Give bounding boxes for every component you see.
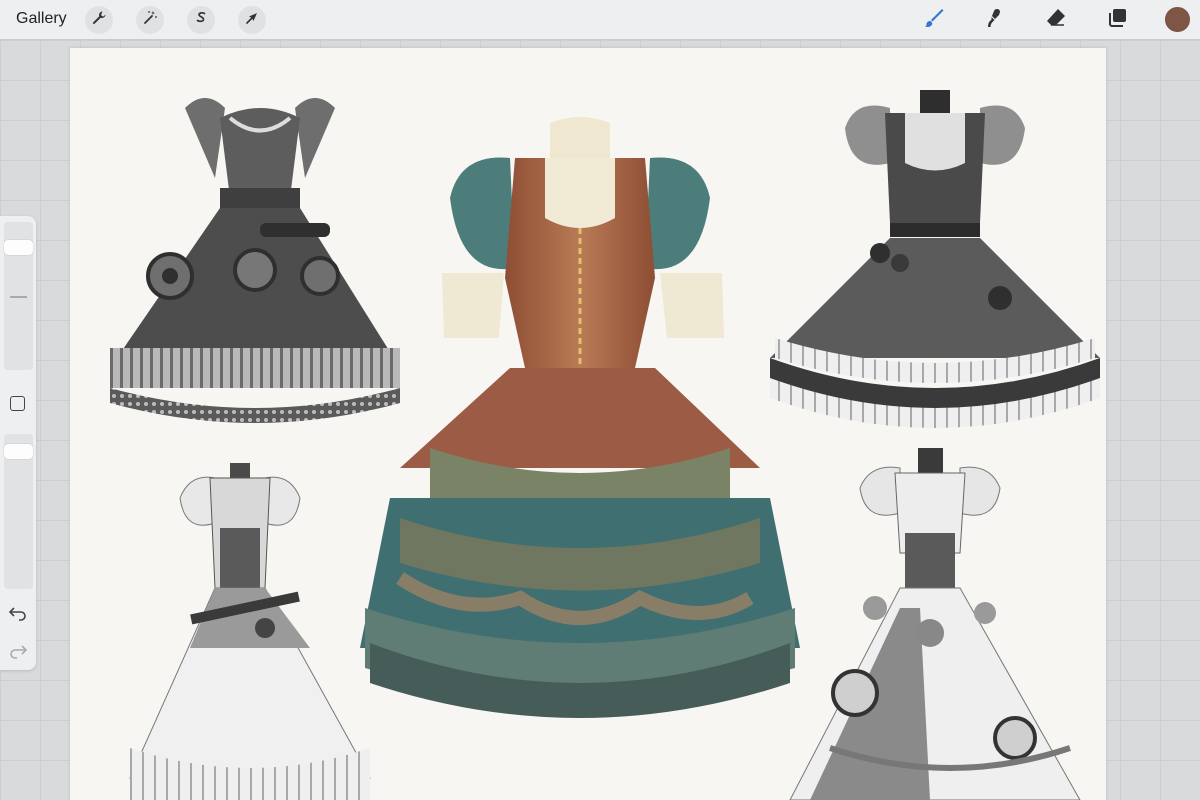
slider-divider: [10, 296, 27, 298]
adjustments-button[interactable]: [136, 6, 164, 34]
brush-size-thumb[interactable]: [4, 240, 33, 255]
modify-button[interactable]: [10, 396, 25, 411]
smudge-tool-button[interactable]: [980, 6, 1008, 34]
layers-icon: [1105, 6, 1129, 35]
undo-button[interactable]: [8, 602, 28, 622]
magic-wand-icon: [142, 10, 158, 31]
color-swatch-button[interactable]: [1165, 7, 1190, 32]
grey-ruffled-dress-roses: [770, 90, 1100, 428]
eraser-icon: [1044, 6, 1068, 35]
transform-button[interactable]: [238, 6, 266, 34]
grey-white-gown-belts: [129, 463, 371, 800]
opacity-thumb[interactable]: [4, 444, 33, 459]
drawing-canvas[interactable]: [70, 48, 1106, 800]
opacity-slider[interactable]: [4, 434, 33, 589]
colored-steampunk-corset-dress: [360, 117, 800, 718]
wrench-icon: [91, 10, 107, 31]
brush-size-slider[interactable]: [4, 222, 33, 370]
actions-button[interactable]: [85, 6, 113, 34]
transform-arrow-icon: [244, 10, 260, 31]
top-toolbar: Gallery: [0, 0, 1200, 40]
layers-button[interactable]: [1103, 6, 1131, 34]
grey-gown-wheels-roses: [789, 448, 1081, 800]
brush-icon: [922, 6, 946, 35]
grey-steampunk-dress-gears: [110, 98, 400, 423]
artwork-layer: [110, 90, 1100, 800]
gallery-button[interactable]: Gallery: [16, 10, 67, 28]
undo-icon: [8, 607, 28, 626]
smudge-icon: [982, 6, 1006, 35]
brush-tool-button[interactable]: [920, 6, 948, 34]
redo-button[interactable]: [8, 640, 28, 660]
left-sidebar: [0, 216, 36, 670]
selection-s-icon: [193, 10, 209, 31]
redo-icon: [8, 645, 28, 664]
selection-button[interactable]: [187, 6, 215, 34]
eraser-tool-button[interactable]: [1042, 6, 1070, 34]
